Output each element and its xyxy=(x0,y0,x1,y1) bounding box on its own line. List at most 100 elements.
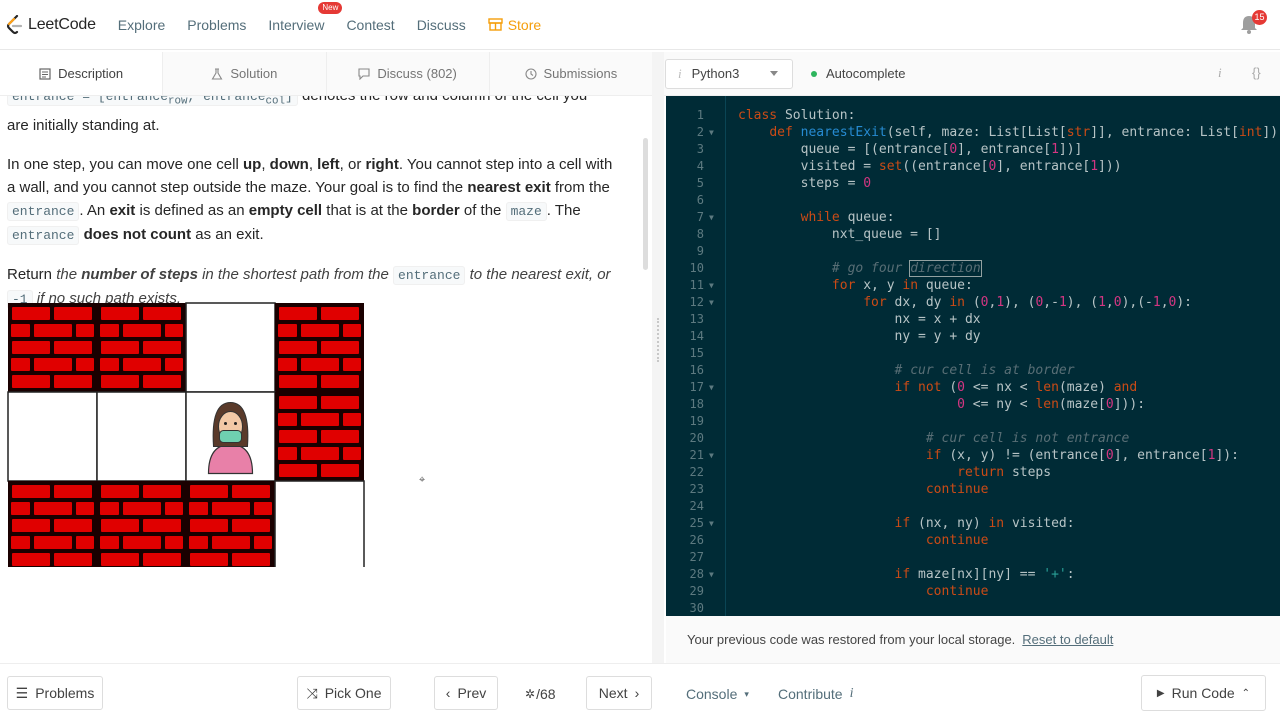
desc-text: , or xyxy=(339,155,366,173)
code-token: ], entrance[ xyxy=(957,142,1052,157)
code-token: dx, dy xyxy=(886,295,950,310)
contribute-button[interactable]: Contribute i xyxy=(778,686,853,702)
line-number: 25 xyxy=(689,516,704,530)
brick xyxy=(54,553,92,566)
code-line: 21 ▼ if (x, y) != (entrance[0], entrance[… xyxy=(666,447,1280,464)
tab-submissions[interactable]: Submissions xyxy=(490,52,652,95)
code-token: (x, y) != (entrance[ xyxy=(941,448,1106,463)
brick xyxy=(143,485,181,498)
tab-solution[interactable]: Solution xyxy=(163,52,327,95)
leetcode-logo[interactable]: LeetCode xyxy=(6,14,96,35)
nav-store[interactable]: Store xyxy=(488,17,541,33)
code-line: 15 xyxy=(666,345,1280,362)
page-indicator[interactable]: ✲/68 xyxy=(525,686,556,702)
brick xyxy=(321,375,359,388)
autocomplete-label: Autocomplete xyxy=(826,66,906,81)
code-token: ])] xyxy=(1058,142,1083,157)
brick xyxy=(279,430,317,443)
brick xyxy=(12,485,50,498)
splitter-grip[interactable] xyxy=(657,318,659,362)
fold-arrow-icon[interactable]: ▼ xyxy=(709,277,714,294)
code-text: visited = set((entrance[0], entrance[1])… xyxy=(738,158,1122,175)
nav-explore[interactable]: Explore xyxy=(118,17,165,33)
contribute-label: Contribute xyxy=(778,686,843,702)
line-number: 7 xyxy=(696,210,704,224)
line-number: 24 xyxy=(689,499,704,513)
code-text: while queue: xyxy=(738,209,895,226)
fold-arrow-icon[interactable]: ▼ xyxy=(709,566,714,583)
prev-button[interactable]: ‹ Prev xyxy=(434,676,498,710)
desc-text: as an exit. xyxy=(191,225,264,243)
code-line: 7 ▼ while queue: xyxy=(666,209,1280,226)
tab-description[interactable]: Description xyxy=(0,52,164,95)
fold-arrow-icon[interactable]: ▼ xyxy=(709,124,714,141)
language-select[interactable]: i Python3 xyxy=(665,58,793,89)
fold-arrow-icon[interactable]: ▼ xyxy=(709,379,714,396)
code-editor[interactable]: 1 class Solution: 2 ▼ def nearestExit(self,… xyxy=(666,96,1280,616)
description-scrollbar[interactable] xyxy=(643,138,648,270)
line-number: 17 xyxy=(689,380,704,394)
brick xyxy=(278,447,297,460)
brick xyxy=(278,324,297,337)
nav-discuss[interactable]: Discuss xyxy=(417,17,466,33)
code-token: visited: xyxy=(1004,516,1075,531)
line-number: 29 xyxy=(689,584,704,598)
flask-icon xyxy=(211,67,223,80)
nav-contest[interactable]: Contest xyxy=(346,17,394,33)
reset-to-default-link[interactable]: Reset to default xyxy=(1022,632,1113,647)
brick xyxy=(123,358,161,371)
line-number: 12 xyxy=(689,295,704,309)
fold-arrow-icon[interactable]: ▼ xyxy=(709,515,714,532)
code-token: 0 xyxy=(957,397,965,412)
info-icon[interactable]: i xyxy=(1218,65,1222,81)
tab-discuss[interactable]: Discuss (802) xyxy=(327,52,490,95)
code-line: 18 0 <= ny < len(maze[0])): xyxy=(666,396,1280,413)
fold-arrow-icon[interactable]: ▼ xyxy=(709,209,714,226)
fold-arrow-icon[interactable]: ▼ xyxy=(709,294,714,311)
code-token: in xyxy=(902,278,919,293)
code-text: nx = x + dx xyxy=(738,311,981,328)
code-line: 25 ▼ if (nx, ny) in visited: xyxy=(666,515,1280,532)
brick xyxy=(76,536,94,549)
entrance-code: entrance xyxy=(7,201,80,221)
desc-bold: does not count xyxy=(83,225,192,243)
code-text: entrance = [entrance xyxy=(12,96,169,104)
desc-italic: to the nearest exit, or xyxy=(465,265,611,283)
bottom-bar: ☰ Problems ⤨ Pick One ‹ Prev ✲/68 Next ›… xyxy=(0,663,1280,720)
nav-interview[interactable]: Interview New xyxy=(268,1,343,33)
code-token: ),(- xyxy=(1121,295,1153,310)
code-token: 0 xyxy=(957,380,965,395)
fold-arrow-icon[interactable]: ▼ xyxy=(709,447,714,464)
code-line: 2 ▼ def nearestExit(self, maze: List[List… xyxy=(666,124,1280,141)
next-button[interactable]: Next › xyxy=(586,676,652,710)
chevron-down-icon: ▾ xyxy=(744,688,749,699)
nav-problems[interactable]: Problems xyxy=(187,17,246,33)
brick xyxy=(190,519,228,532)
brick xyxy=(11,324,30,337)
autocomplete-toggle[interactable]: Autocomplete xyxy=(811,66,906,81)
run-code-button[interactable]: ▶ Run Code ⌃ xyxy=(1141,675,1266,711)
braces-icon[interactable]: {} xyxy=(1252,65,1261,80)
code-line: 22 return steps xyxy=(666,464,1280,481)
line-number: 26 xyxy=(689,533,704,547)
code-token: ])) xyxy=(1098,159,1122,174)
code-text: for dx, dy in (0,1), (0,-1), (1,0),(-1,0… xyxy=(738,294,1192,311)
code-line: 30 xyxy=(666,600,1280,616)
desc-bold: border xyxy=(412,201,460,219)
empty-cell xyxy=(185,302,276,393)
restore-notice: Your previous code was restored from you… xyxy=(666,616,1280,663)
code-token: (nx, ny) xyxy=(910,516,989,531)
brick xyxy=(12,341,50,354)
brick xyxy=(34,502,72,515)
code-text: class Solution: xyxy=(738,107,855,124)
code-token: ): xyxy=(1176,295,1193,310)
console-button[interactable]: Console ▾ xyxy=(686,686,749,702)
code-line: 10 # go four direction xyxy=(666,260,1280,277)
code-line: 13 nx = x + dx xyxy=(666,311,1280,328)
problems-button[interactable]: ☰ Problems xyxy=(7,676,103,710)
pick-one-button[interactable]: ⤨ Pick One xyxy=(297,676,391,710)
brick xyxy=(143,375,181,388)
brick xyxy=(278,358,297,371)
